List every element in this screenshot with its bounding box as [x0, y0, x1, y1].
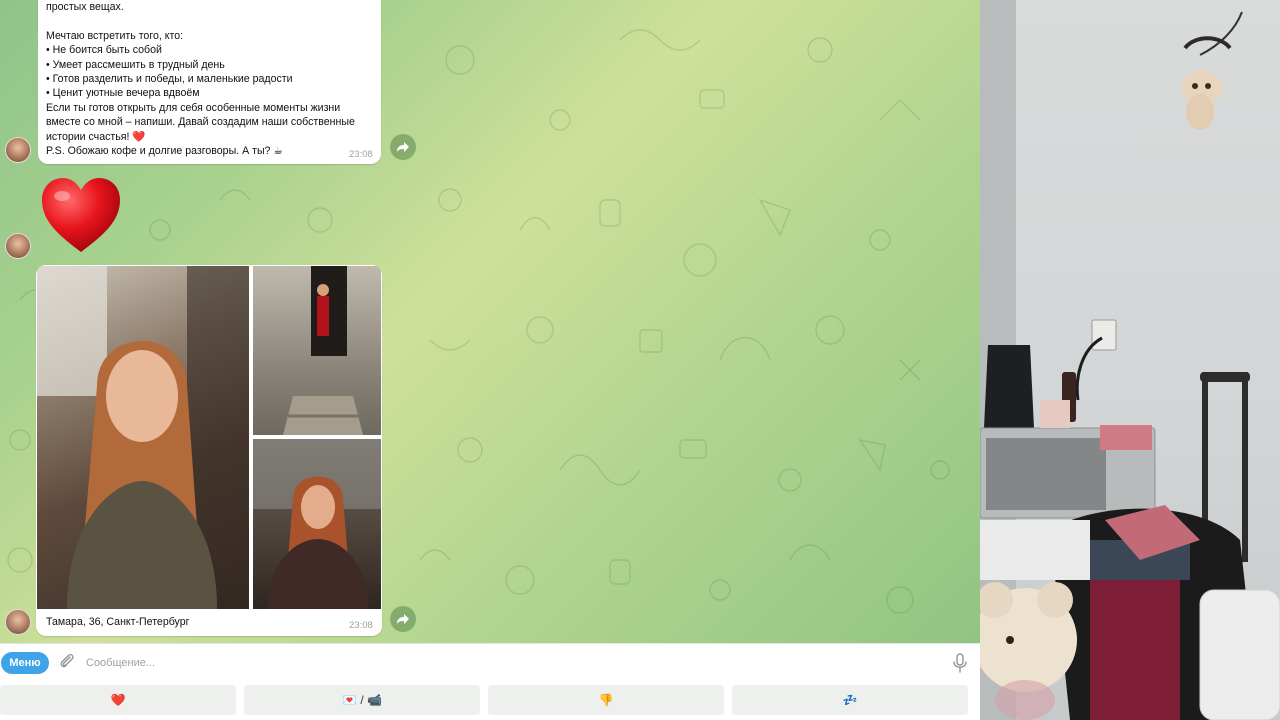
message-line: P.S. Обожаю кофе и долгие разговоры. А т…	[46, 145, 283, 158]
chat-pane: простых вещах. Мечтаю встретить того, кт…	[0, 0, 980, 720]
photo-caption: Тамара, 36, Санкт-Петербург	[46, 616, 190, 628]
photo-content	[253, 439, 381, 609]
keyboard-button-sleep[interactable]: 💤	[732, 685, 968, 715]
sender-avatar[interactable]	[5, 137, 31, 163]
forward-button[interactable]	[390, 134, 416, 160]
photo-content	[283, 266, 363, 435]
red-heart-sticker[interactable]	[40, 176, 122, 254]
paperclip-icon[interactable]	[58, 652, 76, 672]
keyboard-button-message-video[interactable]: 💌 / 📹	[244, 685, 480, 715]
sender-avatar[interactable]	[5, 233, 31, 259]
reply-keyboard: ❤️ 💌 / 📹 👎 💤	[0, 680, 980, 720]
message-line	[46, 14, 373, 28]
message-line: • Ценит уютные вечера вдвоём	[46, 87, 200, 100]
message-line: вместе со мной – напиши. Давай создадим …	[46, 116, 355, 129]
message-time: 23:08	[349, 149, 373, 160]
forward-button[interactable]	[390, 606, 416, 632]
menu-button[interactable]: Меню	[1, 652, 49, 674]
message-line: • Не боится быть собой	[46, 44, 162, 57]
keyboard-button-dislike[interactable]: 👎	[488, 685, 724, 715]
message-line: Если ты готов открыть для себя особенные…	[46, 101, 341, 114]
message-bubble-profile-text: простых вещах. Мечтаю встретить того, кт…	[38, 0, 381, 164]
message-line: простых вещах.	[46, 1, 124, 13]
message-time: 23:08	[349, 620, 373, 631]
message-bubble-photo-album: Тамара, 36, Санкт-Петербург 23:08	[36, 265, 382, 636]
message-composer: Меню	[0, 643, 980, 680]
photo-content	[37, 266, 249, 609]
forward-arrow-icon	[397, 614, 409, 624]
sender-avatar[interactable]	[5, 609, 31, 635]
message-line: • Умеет рассмешить в трудный день	[46, 58, 225, 71]
keyboard-button-like[interactable]: ❤️	[0, 685, 236, 715]
forward-arrow-icon	[397, 142, 409, 152]
webcam-overlay	[980, 0, 1280, 720]
message-line: истории счастья! ❤️	[46, 130, 146, 143]
album-photo-window[interactable]	[253, 439, 381, 609]
message-line: • Готов разделить и победы, и маленькие …	[46, 73, 293, 86]
message-input[interactable]	[86, 652, 926, 674]
microphone-icon[interactable]	[952, 653, 968, 673]
message-line: Мечтаю встретить того, кто:	[46, 29, 184, 42]
album-photo-selfie[interactable]	[37, 266, 249, 609]
album-photo-stairs[interactable]	[253, 266, 381, 435]
webcam-scene	[980, 0, 1280, 720]
